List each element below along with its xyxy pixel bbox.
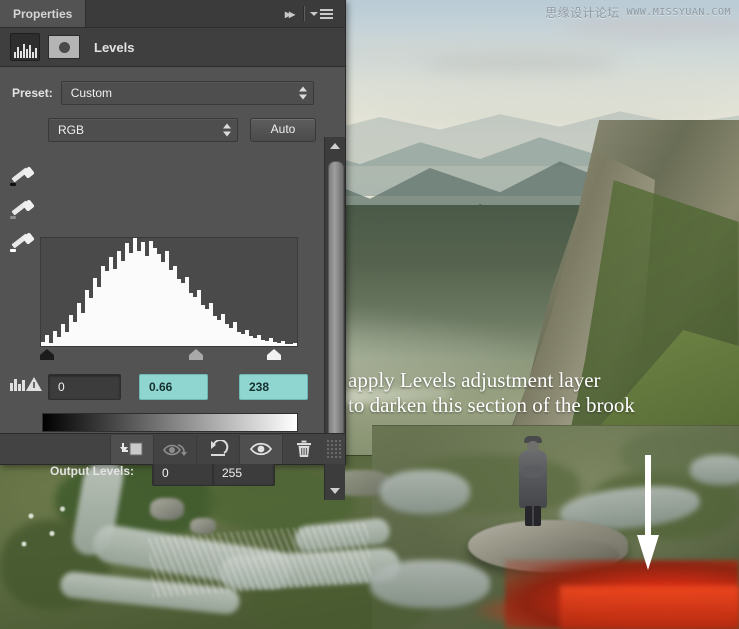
rock: [150, 498, 184, 520]
input-black-point-slider[interactable]: [40, 349, 54, 360]
watermark-chinese: 思缘设计论坛: [545, 6, 620, 20]
set-gray-point-eyedropper[interactable]: [10, 199, 36, 222]
clipping-preview-icon: [10, 378, 25, 391]
preset-value: Custom: [70, 86, 113, 100]
preset-row: Preset: Custom: [0, 67, 345, 105]
histogram: [40, 237, 298, 347]
channel-select[interactable]: RGB: [48, 118, 238, 142]
standing-figure: [516, 436, 550, 528]
composite-seam: [372, 425, 739, 426]
watermark: 思缘设计论坛 WWW.MISSYUAN.COM: [545, 4, 731, 21]
tab-properties[interactable]: Properties: [0, 0, 87, 27]
mask-dot-icon: [58, 41, 70, 53]
channel-value: RGB: [58, 123, 85, 137]
view-previous-state-button[interactable]: [153, 434, 196, 464]
auto-button[interactable]: Auto: [250, 118, 316, 142]
eye-with-arrow-icon: [163, 443, 187, 456]
reset-arrow-icon: [211, 440, 229, 456]
hamburger-lines-icon: [320, 8, 333, 19]
delete-adjustment-button[interactable]: [282, 434, 325, 464]
input-levels-sliders: [40, 348, 298, 361]
arrow-head: [637, 535, 659, 570]
panel-header: Levels: [0, 28, 345, 67]
scrollbar-thumb[interactable]: [328, 161, 344, 443]
water-pool: [690, 455, 739, 485]
input-levels-row: 0 0.66 238: [0, 374, 345, 402]
panel-resize-grip[interactable]: [327, 440, 343, 458]
chevron-updown-icon: [298, 86, 307, 100]
output-levels-label: Output Levels:: [50, 464, 135, 478]
annotation-arrow-down: [637, 455, 659, 570]
input-highlight-field[interactable]: 238: [239, 374, 308, 400]
chevron-updown-icon: [223, 123, 231, 137]
double-chevron-right-icon[interactable]: ▸▸: [281, 7, 303, 21]
annotation-line-2: to darken this section of the brook: [348, 393, 635, 417]
layer-mask-thumbnail[interactable]: [48, 35, 80, 59]
chevron-down-icon: [310, 11, 318, 16]
input-white-point-slider[interactable]: [267, 349, 281, 360]
rock: [190, 518, 216, 534]
levels-histogram-icon: [10, 33, 40, 61]
figure-leg-gap: [532, 506, 534, 526]
panel-tab-bar: Properties ▸▸: [0, 0, 345, 28]
cloud: [355, 78, 735, 100]
tab-bar-filler: [86, 0, 281, 27]
clipping-warning-icon: [26, 377, 42, 391]
clip-to-layer-icon: [120, 442, 143, 455]
annotation-text: apply Levels adjustment layer to darken …: [348, 368, 739, 418]
preset-label: Preset:: [12, 86, 53, 100]
toggle-visibility-button[interactable]: [239, 434, 282, 464]
set-black-point-eyedropper[interactable]: [10, 166, 36, 189]
preset-select[interactable]: Custom: [60, 81, 314, 105]
input-midtone-slider[interactable]: [189, 349, 203, 360]
red-water-highlight: [560, 586, 739, 629]
panel-tab-controls: ▸▸: [281, 0, 345, 27]
cloud: [420, 56, 620, 74]
properties-panel: Properties ▸▸ Levels Preset: Custom RGB …: [0, 0, 346, 500]
channel-row: RGB Auto: [0, 105, 345, 142]
clipping-indicator-icons: [10, 377, 42, 391]
input-midtone-field[interactable]: 0.66: [139, 374, 208, 400]
page-title: Levels: [94, 39, 135, 55]
histogram-bars: [41, 238, 297, 346]
scroll-up-arrow-icon[interactable]: [325, 137, 345, 155]
trash-icon: [297, 440, 311, 457]
clip-to-layer-button[interactable]: [110, 434, 153, 464]
figure-coat: [519, 450, 547, 508]
water-pool: [380, 470, 470, 514]
annotation-line-1: apply Levels adjustment layer: [348, 368, 601, 392]
figure-arms: [522, 466, 544, 478]
screenshot-root: 思缘设计论坛 WWW.MISSYUAN.COM apply Levels adj…: [0, 0, 739, 629]
input-shadow-field[interactable]: 0: [48, 374, 121, 400]
watermark-url: WWW.MISSYUAN.COM: [626, 7, 731, 18]
panel-menu-icon[interactable]: [304, 8, 340, 19]
reset-adjustment-button[interactable]: [196, 434, 239, 464]
scroll-down-arrow-icon[interactable]: [325, 482, 345, 500]
panel-body: Preset: Custom RGB Auto 0 0.66 238 Outpu…: [0, 67, 345, 500]
white-flowers: [10, 495, 80, 565]
arrow-shaft: [645, 455, 651, 545]
eyedropper-tools: [10, 166, 36, 255]
output-levels-gradient: [42, 413, 298, 432]
eye-icon: [249, 442, 273, 456]
set-white-point-eyedropper[interactable]: [10, 232, 36, 255]
panel-footer-toolbar: [0, 433, 345, 464]
